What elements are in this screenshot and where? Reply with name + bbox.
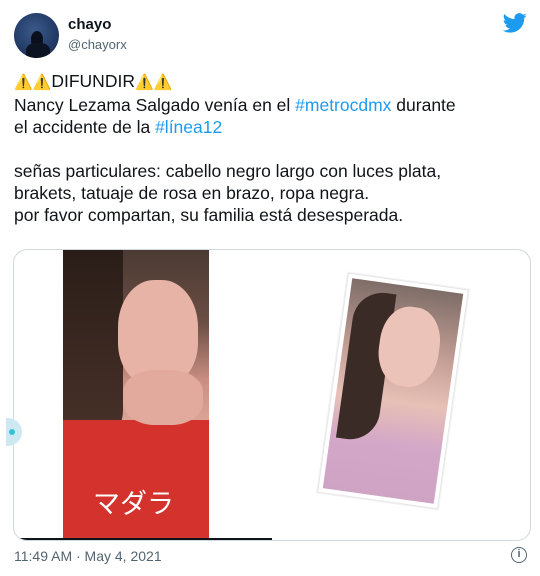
tweet-card: chayo @chayorx ⚠️⚠️DIFUNDIR⚠️⚠️ Nancy Le… xyxy=(0,0,540,576)
text-line6: por favor compartan, su familia está des… xyxy=(14,205,404,225)
difundir-word: DIFUNDIR xyxy=(51,71,135,91)
photo-right xyxy=(317,272,469,510)
photo-left-hand xyxy=(123,370,203,425)
avatar-figure-body xyxy=(26,43,50,58)
display-name[interactable]: chayo xyxy=(68,16,111,33)
warning-emoji-end: ⚠️⚠️ xyxy=(134,74,173,91)
text-line2-b: durante xyxy=(391,95,456,115)
tweet-timestamp[interactable]: 11:49 AM · May 4, 2021 xyxy=(14,548,162,564)
photo-right-inner xyxy=(322,278,464,504)
user-handle[interactable]: @chayorx xyxy=(68,37,127,52)
avatar[interactable] xyxy=(14,13,59,58)
info-icon[interactable]: i xyxy=(511,547,527,563)
hashtag-linea12[interactable]: #línea12 xyxy=(155,117,222,137)
text-line5: brakets, tatuaje de rosa en brazo, ropa … xyxy=(14,183,370,203)
twitter-bird-icon[interactable] xyxy=(503,13,527,33)
tweet-text: ⚠️⚠️DIFUNDIR⚠️⚠️ Nancy Lezama Salgado ve… xyxy=(14,70,524,226)
photo-left-shirt xyxy=(63,420,209,540)
photo-left: マダラ xyxy=(63,250,209,540)
warning-emoji: ⚠️⚠️ xyxy=(14,74,52,91)
text-line3-a: el accidente de la xyxy=(14,117,156,137)
photo-caption: マダラ xyxy=(93,489,174,520)
text-line4: señas particulares: cabello negro largo … xyxy=(14,161,442,181)
hashtag-metrocdmx[interactable]: #metrocdmx xyxy=(295,95,391,115)
media-progress-bar xyxy=(14,538,272,540)
text-line2-a: Nancy Lezama Salgado venía en el xyxy=(14,95,296,115)
media-image[interactable]: マダラ xyxy=(13,249,531,541)
